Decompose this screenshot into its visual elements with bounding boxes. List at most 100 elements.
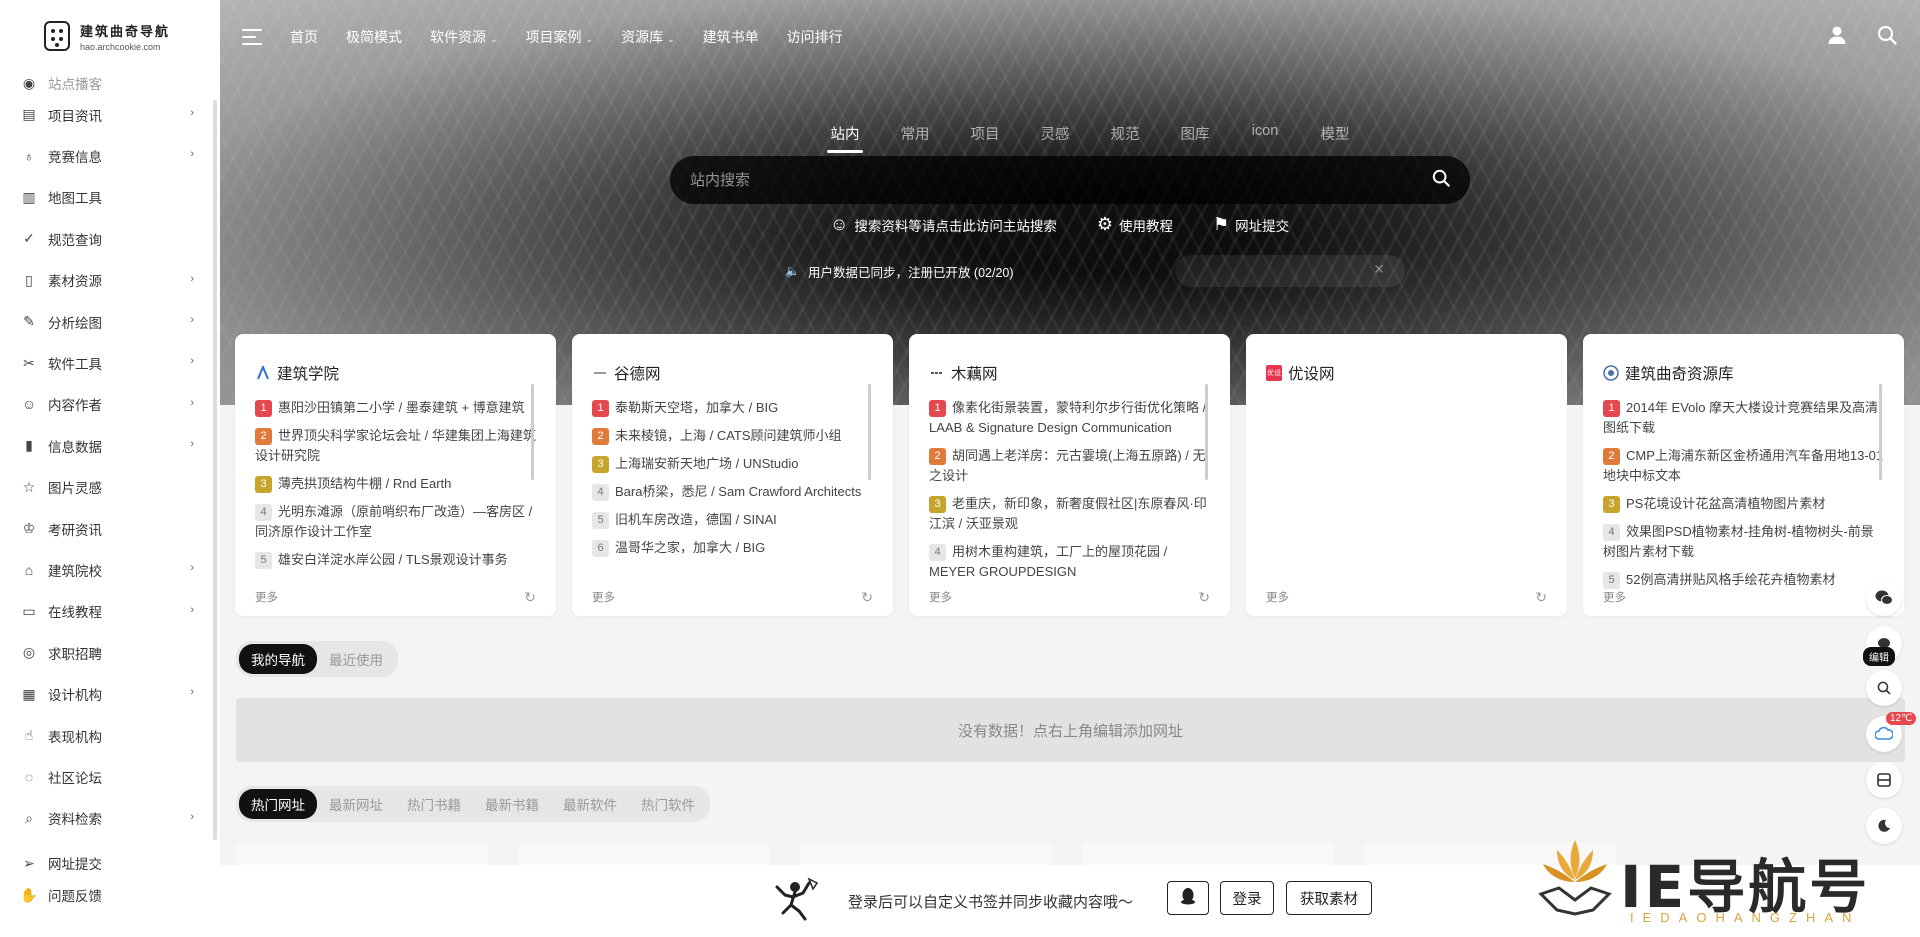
card-title[interactable]: 谷德网	[592, 348, 873, 398]
list-item[interactable]: 2 胡同遇上老洋房：元古霎境(上海五原路) / 无之设计	[929, 446, 1210, 486]
list-item[interactable]: 2 世界顶尖科学家论坛会址 / 华建集团上海建筑设计研究院	[255, 426, 536, 466]
more-link[interactable]: 更多	[1603, 589, 1626, 606]
tab-pill[interactable]: 我的导航	[239, 644, 317, 674]
search-icon[interactable]	[1866, 670, 1902, 706]
sidebar-item[interactable]: ◉ 站点播客	[0, 72, 220, 94]
sidebar-item[interactable]: ♔ 考研资讯	[0, 508, 220, 549]
tab-pill[interactable]: 最近使用	[317, 644, 395, 674]
tab-pill[interactable]: 最新书籍	[473, 789, 551, 819]
list-item[interactable]: 3 PS花境设计花盆高清植物图片素材	[1603, 494, 1884, 514]
list-item[interactable]: 4 Bara桥梁，悉尼 / Sam Crawford Architects	[592, 482, 873, 502]
quick-link[interactable]: ⚑ 网址提交	[1213, 214, 1289, 235]
grid-layout-icon[interactable]	[1866, 762, 1902, 798]
refresh-icon[interactable]: ↻	[1535, 589, 1547, 606]
sidebar-item[interactable]: ◌ 社区论坛	[0, 756, 220, 797]
list-item[interactable]: 4 光明东滩源（原前哨织布厂改造）—客房区 / 同济原作设计工作室	[255, 502, 536, 542]
sidebar-scrollbar[interactable]	[213, 100, 217, 840]
sidebar-item[interactable]: ♁ 竞赛信息 ›	[0, 135, 220, 176]
refresh-icon[interactable]: ↻	[861, 589, 873, 606]
search-tab[interactable]: 项目	[950, 123, 1020, 144]
list-item[interactable]: 2 CMP上海浦东新区金桥通用汽车备用地13-01地块中标文本	[1603, 446, 1884, 486]
nav-item[interactable]: 极简模式	[346, 27, 402, 47]
nav-item[interactable]: 项目案例 ⌄	[526, 27, 594, 47]
list-item[interactable]: 4 用树木重构建筑，工厂上的屋顶花园 / MEYER GROUPDESIGN	[929, 542, 1210, 582]
list-item[interactable]: 2 未来棱镜，上海 / CATS顾问建筑师小组	[592, 426, 873, 446]
brand-logo[interactable]: 建筑曲奇导航 hao.archcookie.com	[0, 0, 220, 72]
search-tab[interactable]: 规范	[1090, 123, 1160, 144]
sidebar-item[interactable]: ☆ 图片灵感	[0, 467, 220, 508]
card-title[interactable]: 木藕网	[929, 348, 1210, 398]
more-link[interactable]: 更多	[255, 589, 278, 606]
sidebar-item[interactable]: ▭ 在线教程 ›	[0, 591, 220, 632]
get-materials-button[interactable]: 获取素材	[1286, 881, 1372, 915]
sidebar-item[interactable]: ✂ 软件工具 ›	[0, 342, 220, 383]
card-title[interactable]: 建筑曲奇资源库	[1603, 348, 1884, 398]
sidebar-item[interactable]: ☺ 内容作者 ›	[0, 384, 220, 425]
search-icon[interactable]	[1876, 24, 1898, 46]
nav-item[interactable]: 首页	[290, 27, 318, 47]
card-scrollbar[interactable]	[531, 384, 534, 480]
tab-pill[interactable]: 热门网址	[239, 789, 317, 819]
user-icon[interactable]	[1826, 24, 1848, 46]
search-tab[interactable]: 图库	[1160, 123, 1230, 144]
wechat-icon[interactable]	[1866, 580, 1902, 616]
search-tab[interactable]: icon	[1230, 123, 1300, 144]
nav-item[interactable]: 资源库 ⌄	[621, 27, 675, 47]
refresh-icon[interactable]: ↻	[1198, 589, 1210, 606]
tab-pill[interactable]: 最新网址	[317, 789, 395, 819]
list-item[interactable]: 5 旧机车房改造，德国 / SINAI	[592, 510, 873, 530]
sidebar-item[interactable]: ☝ 表现机构	[0, 715, 220, 756]
list-item[interactable]: 1 像素化街景装置，蒙特利尔步行街优化策略 / LAAB & Signature …	[929, 398, 1210, 438]
edit-label[interactable]: 编辑	[1863, 647, 1895, 666]
list-item[interactable]: 3 老重庆，新印象，新奢度假社区|东原春风·印江滨 / 沃亚景观	[929, 494, 1210, 534]
sidebar-item[interactable]: ✓ 规范查询	[0, 218, 220, 259]
sidebar-item[interactable]: ▦ 设计机构 ›	[0, 673, 220, 714]
empty-nav-message[interactable]: 没有数据！点右上角编辑添加网址	[236, 698, 1905, 762]
sidebar-item[interactable]: ⌂ 建筑院校 ›	[0, 549, 220, 590]
nav-item[interactable]: 软件资源 ⌄	[430, 27, 498, 47]
tab-pill[interactable]: 热门书籍	[395, 789, 473, 819]
search-input[interactable]	[690, 171, 1432, 189]
menu-toggle-icon[interactable]	[242, 29, 264, 45]
quick-link[interactable]: ☺ 搜索资料等请点击此访问主站搜索	[830, 214, 1057, 235]
sidebar-item[interactable]: ✎ 分析绘图 ›	[0, 301, 220, 342]
nav-item[interactable]: 访问排行	[787, 27, 843, 47]
nav-item[interactable]: 建筑书单	[703, 27, 759, 47]
card-scrollbar[interactable]	[1879, 384, 1882, 480]
card-title[interactable]: 建筑学院	[255, 348, 536, 398]
qq-login-button[interactable]	[1167, 881, 1209, 915]
sidebar-bottom-item[interactable]: ➢ 网址提交	[0, 847, 220, 879]
theme-toggle-icon[interactable]	[1866, 808, 1902, 844]
more-link[interactable]: 更多	[1266, 589, 1289, 606]
search-tab[interactable]: 灵感	[1020, 123, 1090, 144]
list-item[interactable]: 3 薄壳拱顶结构牛棚 / Rnd Earth	[255, 474, 536, 494]
more-link[interactable]: 更多	[929, 589, 952, 606]
list-item[interactable]: 5 52例高清拼贴风格手绘花卉植物素材	[1603, 570, 1884, 590]
card-scrollbar[interactable]	[868, 384, 871, 480]
list-item[interactable]: 4 效果图PSD植物素材-挂角树-植物树头-前景树图片素材下载	[1603, 522, 1884, 562]
list-item[interactable]: 1 惠阳沙田镇第二小学 / 墨泰建筑 + 博意建筑	[255, 398, 536, 418]
refresh-icon[interactable]: ↻	[524, 589, 536, 606]
sidebar-item[interactable]: ▮ 信息数据 ›	[0, 425, 220, 466]
card-title[interactable]: 优设 优设网	[1266, 348, 1547, 398]
sidebar-item[interactable]: ▤ 项目资讯 ›	[0, 94, 220, 135]
search-submit-icon[interactable]	[1432, 169, 1450, 192]
list-item[interactable]: 6 温哥华之家，加拿大 / BIG	[592, 538, 873, 558]
search-tab[interactable]: 站内	[810, 123, 880, 153]
tab-pill[interactable]: 最新软件	[551, 789, 629, 819]
list-item[interactable]: 1 2014年 EVolo 摩天大楼设计竞赛结果及高清图纸下载	[1603, 398, 1884, 438]
login-button[interactable]: 登录	[1220, 881, 1274, 915]
search-tab[interactable]: 常用	[880, 123, 950, 144]
tab-pill[interactable]: 热门软件	[629, 789, 707, 819]
search-tab[interactable]: 模型	[1300, 123, 1370, 144]
sidebar-bottom-item[interactable]: ✋ 问题反馈	[0, 879, 220, 911]
more-link[interactable]: 更多	[592, 589, 615, 606]
list-item[interactable]: 3 上海瑞安新天地广场 / UNStudio	[592, 454, 873, 474]
sidebar-item[interactable]: ▯ 素材资源 ›	[0, 260, 220, 301]
sidebar-item[interactable]: ⌕ 资料检索 ›	[0, 798, 220, 839]
list-item[interactable]: 5 雄安白洋淀水岸公园 / TLS景观设计事务	[255, 550, 536, 570]
sidebar-item[interactable]: ◎ 求职招聘	[0, 632, 220, 673]
quick-link[interactable]: ⚙ 使用教程	[1097, 214, 1173, 235]
close-icon[interactable]: ✕	[1373, 261, 1385, 278]
card-scrollbar[interactable]	[1205, 384, 1208, 480]
